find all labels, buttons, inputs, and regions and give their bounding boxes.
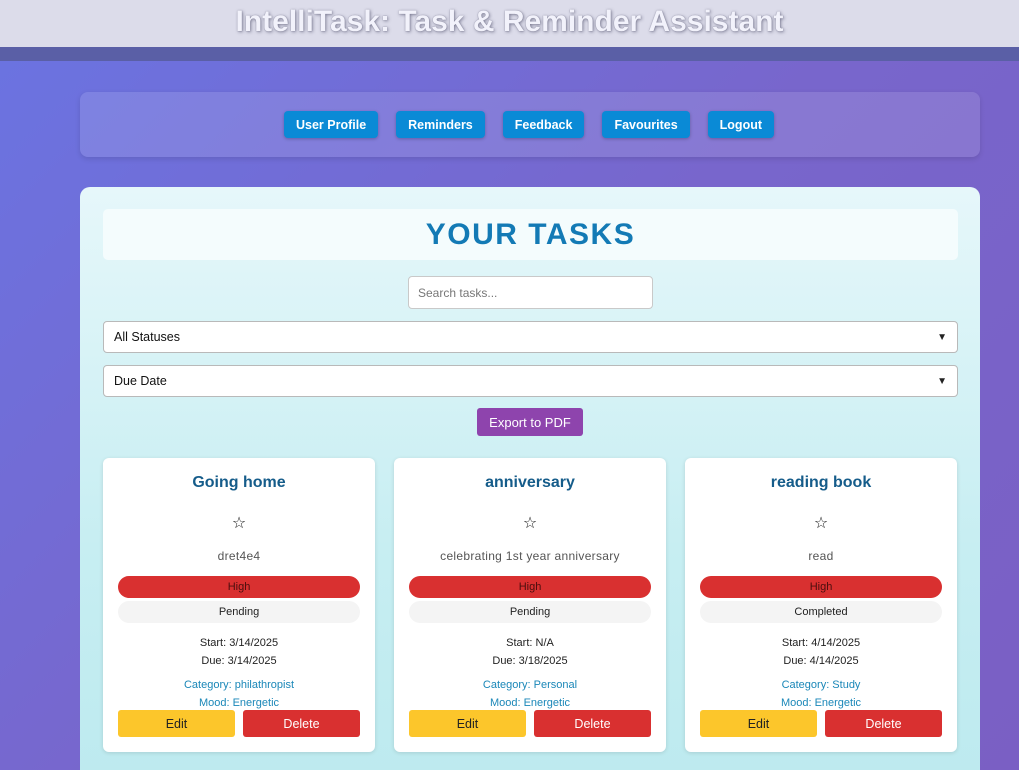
task-meta: Category: philathropist Mood: Energetic <box>103 676 375 712</box>
search-input[interactable] <box>408 276 653 309</box>
nav-favourites-button[interactable]: Favourites <box>602 111 690 138</box>
page-title: YOUR TASKS <box>425 218 636 251</box>
priority-badge: High <box>118 576 360 598</box>
chevron-down-icon: ▼ <box>937 375 947 387</box>
sort-select[interactable]: Due Date ▼ <box>103 365 958 397</box>
edit-button[interactable]: Edit <box>118 710 235 737</box>
task-start-date: Start: N/A <box>506 637 554 649</box>
status-badge: Pending <box>118 601 360 623</box>
tasks-panel: YOUR TASKS All Statuses ▼ Due Date ▼ Exp… <box>80 187 980 770</box>
star-outline-icon[interactable]: ☆ <box>103 513 375 532</box>
chevron-down-icon: ▼ <box>937 331 947 343</box>
task-description: celebrating 1st year anniversary <box>440 549 620 563</box>
priority-badge: High <box>700 576 942 598</box>
delete-button[interactable]: Delete <box>243 710 360 737</box>
star-outline-icon[interactable]: ☆ <box>685 513 957 532</box>
sort-select-value: Due Date <box>114 374 167 388</box>
export-pdf-button[interactable]: Export to PDF <box>477 408 583 436</box>
task-due-date: Due: 3/14/2025 <box>201 655 277 667</box>
star-outline-icon[interactable]: ☆ <box>394 513 666 532</box>
task-due-date: Due: 4/14/2025 <box>783 655 859 667</box>
edit-button[interactable]: Edit <box>409 710 526 737</box>
task-card: anniversary ☆ celebrating 1st year anniv… <box>394 458 666 752</box>
task-card: Going home ☆ dret4e4 High Pending Start:… <box>103 458 375 752</box>
task-title: reading book <box>770 474 872 491</box>
page-title-box: YOUR TASKS <box>103 209 958 260</box>
task-category: Category: Personal <box>482 679 578 691</box>
status-badge: Completed <box>700 601 942 623</box>
nav-reminders-button[interactable]: Reminders <box>396 111 485 138</box>
status-badge: Pending <box>409 601 651 623</box>
task-category: Category: Study <box>781 679 861 691</box>
task-dates: Start: 3/14/2025 Due: 3/14/2025 <box>103 634 375 670</box>
app-title: IntelliTask: Task & Reminder Assistant <box>235 5 784 38</box>
task-card: reading book ☆ read High Completed Start… <box>685 458 957 752</box>
priority-badge: High <box>409 576 651 598</box>
main-navigation: User Profile Reminders Feedback Favourit… <box>80 92 980 157</box>
app-header: IntelliTask: Task & Reminder Assistant <box>0 0 1019 47</box>
status-filter-select[interactable]: All Statuses ▼ <box>103 321 958 353</box>
delete-button[interactable]: Delete <box>825 710 942 737</box>
edit-button[interactable]: Edit <box>700 710 817 737</box>
task-description: dret4e4 <box>217 549 261 563</box>
task-dates: Start: 4/14/2025 Due: 4/14/2025 <box>685 634 957 670</box>
task-category: Category: philathropist <box>183 679 295 691</box>
task-title: Going home <box>192 474 286 491</box>
nav-user-profile-button[interactable]: User Profile <box>283 111 379 138</box>
delete-button[interactable]: Delete <box>534 710 651 737</box>
task-title: anniversary <box>485 474 575 491</box>
task-start-date: Start: 4/14/2025 <box>781 637 861 649</box>
task-description: read <box>808 549 834 563</box>
nav-logout-button[interactable]: Logout <box>707 111 774 138</box>
task-dates: Start: N/A Due: 3/18/2025 <box>394 634 666 670</box>
nav-feedback-button[interactable]: Feedback <box>502 111 585 138</box>
task-meta: Category: Study Mood: Energetic <box>685 676 957 712</box>
header-divider <box>0 47 1019 61</box>
task-start-date: Start: 3/14/2025 <box>199 637 279 649</box>
task-meta: Category: Personal Mood: Energetic <box>394 676 666 712</box>
status-filter-value: All Statuses <box>114 330 181 344</box>
task-due-date: Due: 3/18/2025 <box>492 655 568 667</box>
